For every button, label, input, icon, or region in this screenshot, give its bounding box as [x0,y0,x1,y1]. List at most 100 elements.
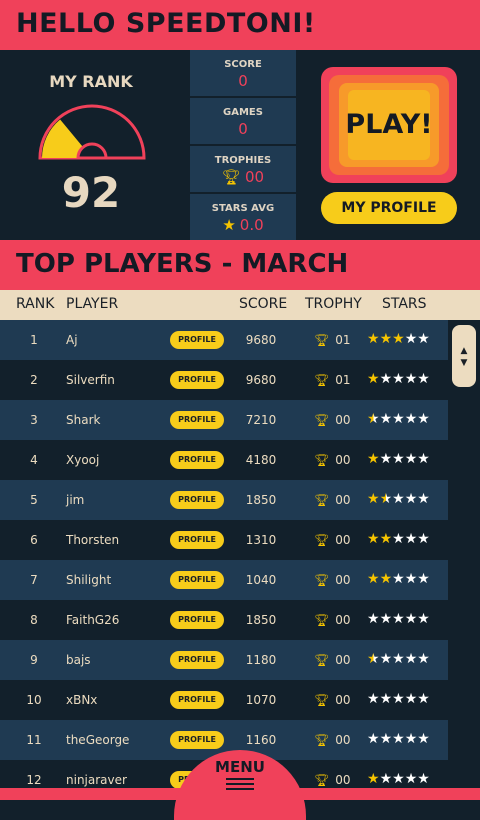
stat-column: SCORE 0 GAMES 0 TROPHIES 🏆︎ 00 STARS AVG … [190,50,296,240]
profile-button[interactable]: PROFILE [170,531,224,549]
trophy-icon: 🏆︎ [314,653,330,667]
row-player-name: xBNx [66,693,98,707]
row-star-rating: ★★★★★ [367,411,430,427]
row-trophies: 🏆︎ 01 [314,333,351,347]
profile-button[interactable]: PROFILE [170,491,224,509]
column-score: SCORE [239,296,288,312]
row-trophies: 🏆︎ 00 [314,613,351,627]
stat-label: STARS AVG [211,203,275,214]
row-trophy-count: 00 [335,693,351,707]
arrow-up-icon: ▲ [460,346,468,356]
profile-button[interactable]: PROFILE [170,331,224,349]
star-icon: ★ [392,331,405,347]
profile-button[interactable]: PROFILE [170,571,224,589]
hamburger-icon [226,778,254,793]
row-trophy-count: 00 [335,493,351,507]
star-icon: ★ [392,691,405,707]
row-rank: 9 [30,653,38,667]
star-icon: ★ [417,771,430,787]
profile-button[interactable]: PROFILE [170,371,224,389]
row-trophy-count: 00 [335,573,351,587]
column-player: PLAYER [66,296,119,312]
profile-button[interactable]: PROFILE [170,451,224,469]
leaderboard-row: 4 Xyooj PROFILE 4180 🏆︎ 00 ★★★★★ [0,440,448,480]
row-player-name: jim [66,493,85,507]
stat-label: TROPHIES [214,155,272,166]
trophy-icon: 🏆︎ [314,493,330,507]
row-star-rating: ★★★★★ [367,771,430,787]
stats-panel: MY RANK 92 SCORE 0 GAMES 0 TROPHIES 🏆︎ 00… [0,50,480,240]
row-player-name: theGeorge [66,733,130,747]
star-icon: ★ [379,691,393,707]
row-score: 1180 [245,653,277,667]
row-trophies: 🏆︎ 00 [314,413,351,427]
profile-button[interactable]: PROFILE [170,651,224,669]
star-icon: ★ [392,571,405,587]
my-profile-button[interactable]: MY PROFILE [321,192,457,224]
star-icon: ★ [404,771,418,787]
star-icon: ★ [392,491,405,507]
star-icon: ★ [379,531,393,547]
leaderboard-column-header: RANK PLAYER SCORE TROPHY STARS [0,290,480,320]
row-star-rating: ★★★★★ [367,491,430,507]
row-rank: 1 [30,333,38,347]
stat-games: GAMES 0 [190,98,296,144]
trophy-icon: 🏆︎ [314,773,330,787]
row-rank: 3 [30,413,38,427]
leaderboard-row: 7 Shilight PROFILE 1040 🏆︎ 00 ★★★★★ [0,560,448,600]
row-star-rating: ★★★★★ [367,691,430,707]
leaderboard-row: 3 Shark PROFILE 7210 🏆︎ 00 ★★★★★ [0,400,448,440]
row-player-name: Xyooj [66,453,100,467]
row-player-name: Aj [66,333,78,347]
row-trophy-count: 00 [335,453,351,467]
star-icon: ★ [379,411,393,427]
star-icon: ★ [404,531,418,547]
leaderboard-title: TOP PLAYERS - MARCH [16,249,349,279]
scrollbar-handle[interactable]: ▲ ▼ [452,325,476,387]
play-button[interactable]: PLAY! [321,67,457,183]
leaderboard-title-bar: TOP PLAYERS - MARCH [0,240,480,290]
profile-button[interactable]: PROFILE [170,691,224,709]
stat-stars-avg: STARS AVG ★ 0.0 [190,194,296,240]
rank-value: 92 [61,168,121,217]
star-icon: ★ [392,411,405,427]
trophy-icon: 🏆︎ [314,373,330,387]
star-icon: ★ [367,331,380,347]
star-icon: ★ [367,651,380,667]
app-header: HELLO SPEEDTONI! [0,0,480,50]
star-icon: ★ [367,691,380,707]
row-star-rating: ★★★★★ [367,531,430,547]
star-icon: ★ [379,651,393,667]
row-trophy-count: 01 [335,333,351,347]
menu-label: MENU [215,758,265,776]
star-icon: ★ [392,611,405,627]
row-player-name: bajs [66,653,91,667]
star-icon: ★ [379,611,393,627]
row-score: 1850 [245,613,277,627]
rank-label: MY RANK [49,72,133,91]
star-icon: ★ [404,411,418,427]
star-icon: ★ [417,611,430,627]
star-icon: ★ [417,371,430,387]
rank-box: MY RANK 92 [0,50,188,240]
menu-button[interactable]: MENU [174,750,306,820]
row-rank: 2 [30,373,38,387]
row-star-rating: ★★★★★ [367,731,430,747]
row-trophy-count: 00 [335,733,351,747]
row-rank: 10 [26,693,42,707]
star-icon: ★ [392,371,405,387]
profile-button[interactable]: PROFILE [170,611,224,629]
star-icon: ★ [392,651,405,667]
row-trophy-count: 00 [335,533,351,547]
profile-button[interactable]: PROFILE [170,731,224,749]
profile-button[interactable]: PROFILE [170,411,224,429]
star-icon: ★ [379,771,393,787]
leaderboard-list[interactable]: 1 Aj PROFILE 9680 🏆︎ 01 ★★★★★ 2 Silverfin PROFILE… [0,320,448,800]
scrollbar-track[interactable] [448,320,480,788]
star-icon: ★ [367,571,380,587]
star-icon: ★ [367,451,380,467]
row-trophy-count: 01 [335,373,351,387]
leaderboard-row: 6 Thorsten PROFILE 1310 🏆︎ 00 ★★★★★ [0,520,448,560]
row-player-name: Thorsten [66,533,120,547]
row-trophies: 🏆︎ 00 [314,773,351,787]
